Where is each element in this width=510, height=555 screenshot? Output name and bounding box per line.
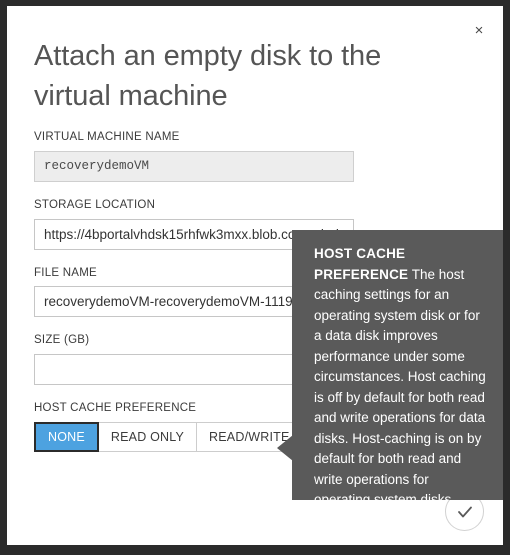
tooltip-arrow-icon (277, 435, 293, 461)
virtual-machine-name-input: recoverydemoVM (34, 150, 354, 182)
field-virtual-machine-name: VIRTUAL MACHINE NAME recoverydemoVM (34, 131, 384, 182)
tooltip-body: The host caching settings for an operati… (314, 266, 486, 500)
tooltip-title: HOST CACHE PREFERENCE (314, 246, 409, 282)
window-frame: × Attach an empty disk to the virtual ma… (0, 0, 510, 555)
host-cache-option-read-only[interactable]: READ ONLY (98, 421, 198, 452)
field-label-virtual-machine-name: VIRTUAL MACHINE NAME (34, 131, 180, 143)
host-cache-tooltip: HOST CACHE PREFERENCE The host caching s… (292, 230, 503, 500)
checkmark-icon (455, 502, 475, 522)
page-title: Attach an empty disk to the virtual mach… (34, 40, 382, 113)
close-icon[interactable]: × (465, 16, 493, 44)
host-cache-option-none[interactable]: NONE (34, 421, 99, 452)
host-cache-segmented-control: NONE READ ONLY READ/WRITE (34, 421, 303, 452)
field-label-storage-location: STORAGE LOCATION (34, 198, 156, 211)
